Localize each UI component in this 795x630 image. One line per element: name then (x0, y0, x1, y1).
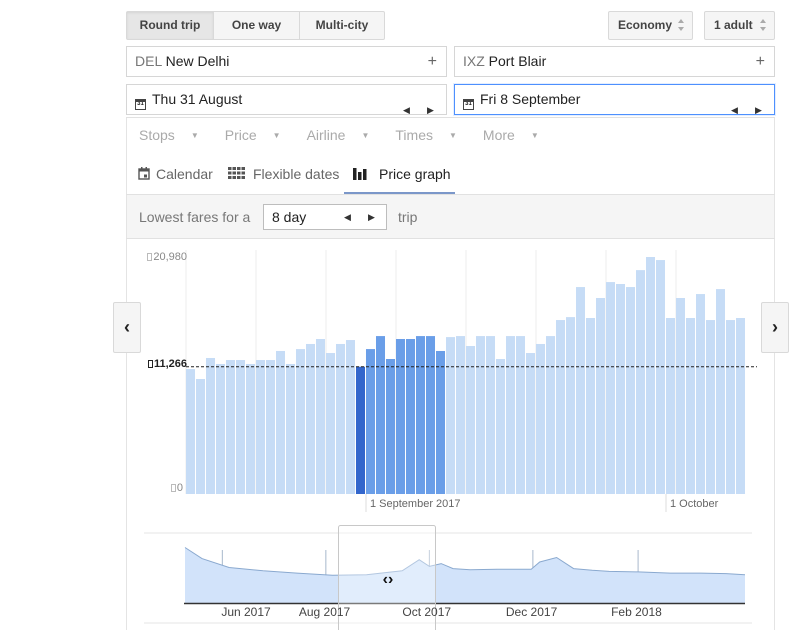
overview-x-label: Aug 2017 (299, 605, 351, 619)
price-bar[interactable] (566, 317, 575, 494)
chevron-left-icon: ‹ (124, 317, 130, 337)
price-bar[interactable] (666, 318, 675, 494)
price-bar[interactable] (386, 359, 395, 494)
price-bar[interactable] (346, 340, 355, 494)
y-tick-min: 0 (150, 482, 183, 494)
price-bar[interactable] (616, 284, 625, 494)
x-tick-label: 1 October (670, 498, 718, 510)
price-bar[interactable] (636, 270, 645, 494)
previous-period-button[interactable]: ‹ (113, 302, 141, 353)
price-bar[interactable] (316, 339, 325, 494)
overview-x-label: Oct 2017 (402, 605, 451, 619)
price-bar[interactable] (676, 298, 685, 494)
overview-area (185, 548, 745, 604)
drag-handle-left-right-icon[interactable]: ‹› (383, 571, 394, 588)
price-bar[interactable] (456, 336, 465, 494)
price-bar[interactable] (586, 318, 595, 494)
price-bar[interactable] (356, 367, 365, 494)
price-bar[interactable] (256, 360, 265, 494)
price-bar[interactable] (556, 320, 565, 494)
price-bar[interactable] (286, 364, 295, 494)
price-bar[interactable] (226, 360, 235, 494)
price-bar[interactable] (576, 287, 585, 494)
overview-x-label: Jun 2017 (221, 605, 271, 619)
price-bar[interactable] (436, 351, 445, 494)
price-bar[interactable] (426, 336, 435, 494)
price-bar-chart (0, 0, 795, 520)
price-bar[interactable] (326, 353, 335, 494)
next-period-button[interactable]: › (761, 302, 789, 353)
price-bar[interactable] (496, 359, 505, 494)
price-bar[interactable] (686, 318, 695, 494)
price-bar[interactable] (546, 336, 555, 494)
price-bar[interactable] (376, 336, 385, 494)
price-bar[interactable] (486, 336, 495, 494)
price-bar[interactable] (416, 336, 425, 494)
price-bar[interactable] (476, 336, 485, 494)
price-bar[interactable] (396, 339, 405, 494)
price-bar[interactable] (446, 337, 455, 494)
price-bar[interactable] (366, 349, 375, 494)
price-bar[interactable] (596, 298, 605, 494)
y-reference-label: 11,266 (130, 358, 187, 370)
price-bar[interactable] (716, 289, 725, 494)
price-bar[interactable] (246, 364, 255, 494)
overview-x-label: Feb 2018 (611, 605, 662, 619)
price-bar[interactable] (736, 318, 745, 494)
price-bar[interactable] (726, 320, 735, 494)
price-bar[interactable] (606, 282, 615, 494)
price-bar[interactable] (406, 339, 415, 494)
overview-x-label: Dec 2017 (506, 605, 558, 619)
price-bar[interactable] (466, 346, 475, 494)
chevron-right-icon: › (772, 317, 778, 337)
rupee-icon (148, 360, 153, 368)
price-bar[interactable] (266, 360, 275, 494)
price-bar[interactable] (696, 294, 705, 494)
price-bar[interactable] (296, 349, 305, 494)
price-bar[interactable] (276, 351, 285, 494)
price-bar[interactable] (656, 260, 665, 494)
rupee-icon (171, 484, 176, 492)
price-bar[interactable] (626, 287, 635, 494)
price-overview-chart[interactable]: ‹› Jun 2017 Aug 2017 Oct 2017 Dec 2017 Feb 2… (0, 520, 795, 630)
price-bar[interactable] (506, 336, 515, 494)
price-bar[interactable] (706, 320, 715, 494)
price-bar[interactable] (196, 379, 205, 494)
y-tick-max: 20,980 (130, 251, 187, 263)
price-bar[interactable] (216, 364, 225, 494)
price-bar[interactable] (526, 353, 535, 494)
rupee-icon (147, 253, 152, 261)
price-bar[interactable] (516, 336, 525, 494)
price-bar[interactable] (236, 360, 245, 494)
x-tick-label: 1 September 2017 (370, 498, 461, 510)
price-bar[interactable] (186, 369, 195, 494)
price-bar[interactable] (206, 358, 215, 494)
price-bar[interactable] (646, 257, 655, 494)
